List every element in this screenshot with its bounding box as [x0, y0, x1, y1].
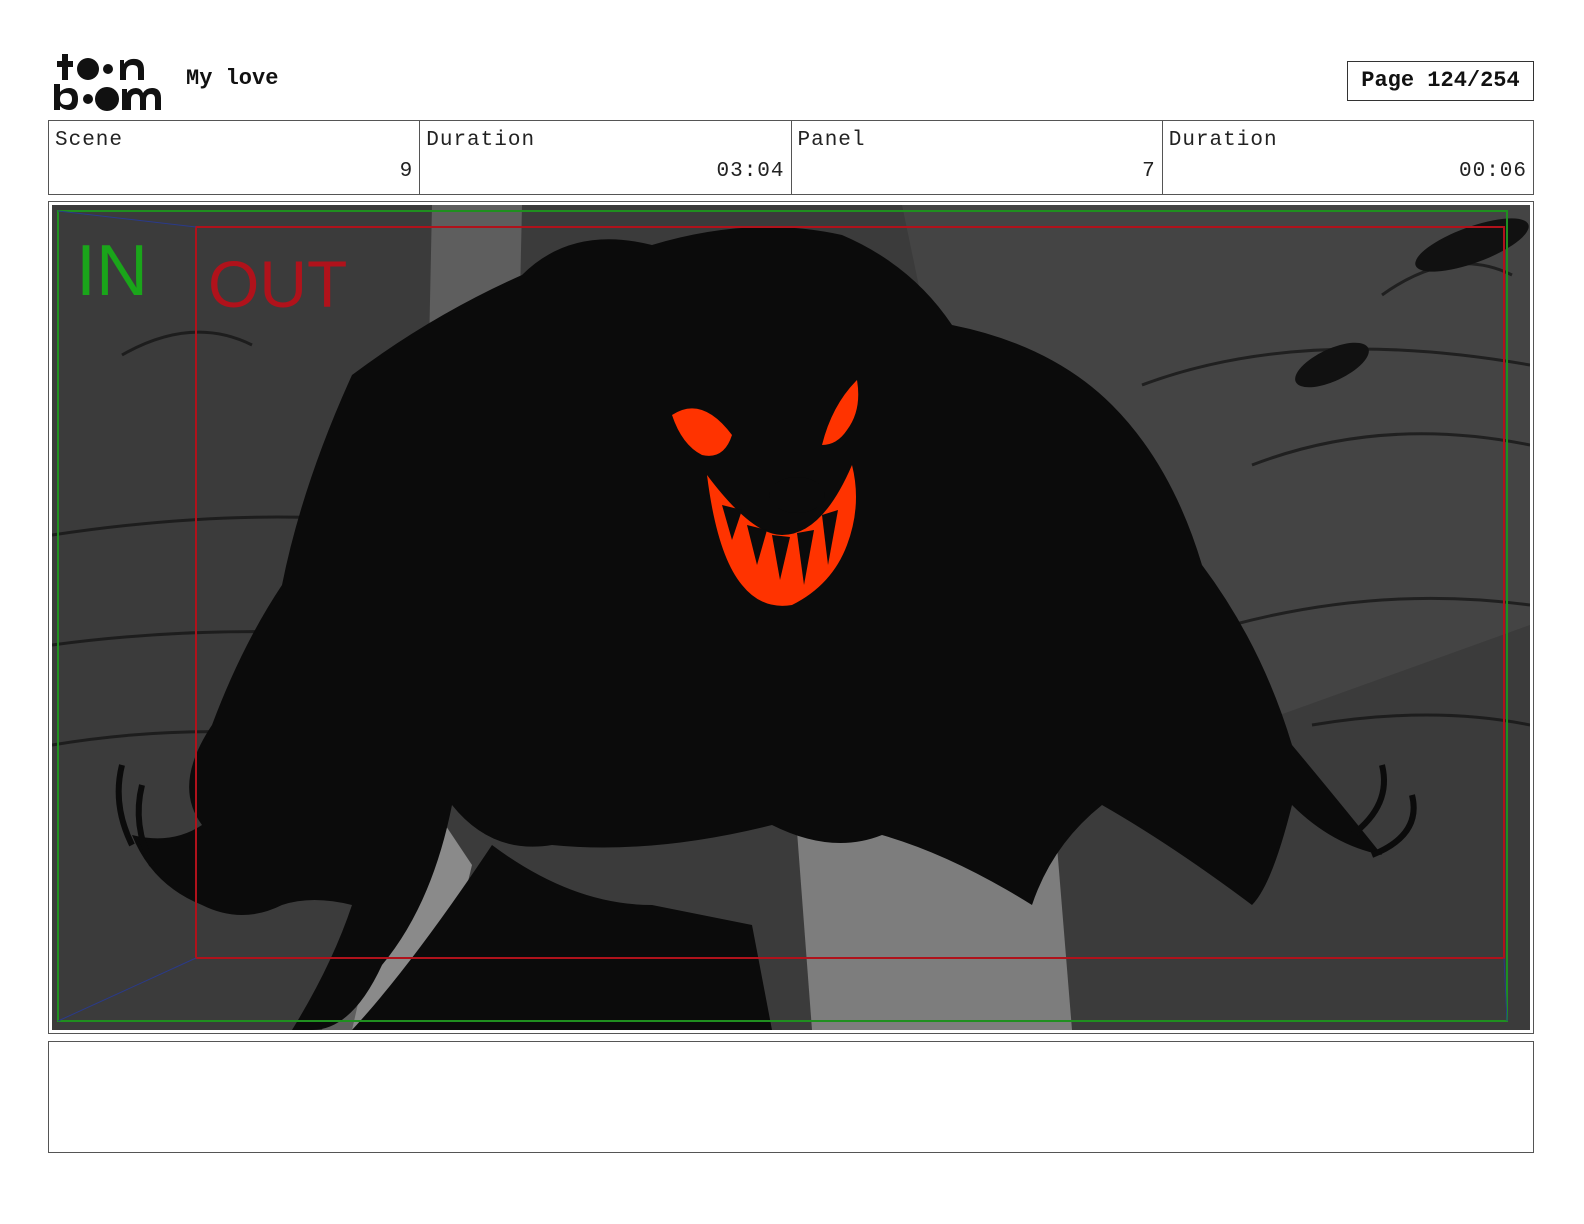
toonboom-logo-mark — [54, 54, 161, 111]
project-title: My love — [186, 66, 279, 91]
out-label: OUT — [208, 247, 347, 321]
panel-duration-cell: Duration 00:06 — [1163, 121, 1533, 194]
panel-value: 7 — [1142, 160, 1156, 183]
scene-label: Scene — [55, 129, 124, 152]
storyboard-drawing: IN OUT — [52, 205, 1530, 1030]
panel-image-frame: IN OUT — [48, 201, 1534, 1034]
panel-notes-box[interactable] — [48, 1041, 1534, 1153]
scene-duration-value: 03:04 — [716, 160, 785, 183]
monster-nose — [769, 477, 825, 513]
panel-duration-label: Duration — [1168, 129, 1278, 152]
panel-info-bar: Scene 9 Duration 03:04 Panel 7 Duration … — [48, 120, 1534, 195]
panel-label: Panel — [797, 129, 866, 152]
in-label: IN — [76, 231, 148, 311]
toonboom-logo — [50, 50, 166, 114]
scene-value: 9 — [399, 160, 414, 183]
panel-cell: Panel 7 — [792, 121, 1163, 194]
scene-duration-cell: Duration 03:04 — [420, 121, 792, 194]
scene-duration-label: Duration — [426, 129, 536, 152]
page-number: Page 124/254 — [1347, 61, 1534, 101]
scene-cell: Scene 9 — [49, 121, 421, 194]
panel-duration-value: 00:06 — [1458, 160, 1527, 183]
